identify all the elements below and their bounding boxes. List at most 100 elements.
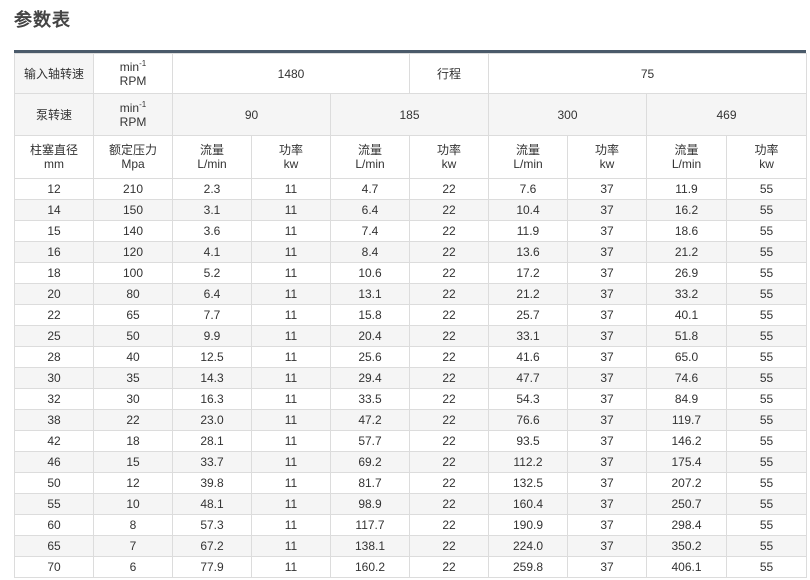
cell-flow-185: 29.4 <box>330 367 410 389</box>
cell-flow-185: 15.8 <box>330 304 410 326</box>
cell-power-469: 55 <box>725 367 808 389</box>
cell-power-90: 11 <box>251 283 331 305</box>
cell-flow-300: 160.4 <box>488 493 568 515</box>
cell-power-469: 55 <box>725 346 808 368</box>
cell-flow-185: 8.4 <box>330 241 410 263</box>
cell-flow-185: 33.5 <box>330 388 410 410</box>
cell-flow-90: 6.4 <box>172 283 252 305</box>
cell-flow-469: 65.0 <box>646 346 727 368</box>
table-row: 28 40 12.5 11 25.6 22 41.6 37 65.0 55 <box>14 346 808 368</box>
header-power: 功率 kw <box>251 135 331 179</box>
cell-flow-185: 20.4 <box>330 325 410 347</box>
header-power: 功率 kw <box>725 135 808 179</box>
cell-rated-pressure: 210 <box>93 178 173 200</box>
table-row: 12 210 2.3 11 4.7 22 7.6 37 11.9 55 <box>14 178 808 200</box>
cell-flow-469: 21.2 <box>646 241 727 263</box>
cell-flow-185: 98.9 <box>330 493 410 515</box>
cell-power-469: 55 <box>725 451 808 473</box>
cell-flow-469: 175.4 <box>646 451 727 473</box>
cell-flow-90: 3.6 <box>172 220 252 242</box>
cell-power-300: 37 <box>567 514 647 536</box>
unit-rpm: RPM <box>119 114 147 129</box>
cell-power-90: 11 <box>251 451 331 473</box>
cell-rated-pressure: 80 <box>93 283 173 305</box>
cell-power-469: 55 <box>725 304 808 326</box>
cell-rated-pressure: 30 <box>93 388 173 410</box>
cell-power-185: 22 <box>409 535 489 557</box>
cell-plunger-diameter: 55 <box>14 493 94 515</box>
table-row: 38 22 23.0 11 47.2 22 76.6 37 119.7 55 <box>14 409 808 431</box>
table-row: 18 100 5.2 11 10.6 22 17.2 37 26.9 55 <box>14 262 808 284</box>
cell-power-469: 55 <box>725 556 808 578</box>
cell-power-90: 11 <box>251 367 331 389</box>
cell-flow-300: 25.7 <box>488 304 568 326</box>
cell-plunger-diameter: 46 <box>14 451 94 473</box>
input-speed-label: 输入轴转速 <box>14 53 94 94</box>
cell-plunger-diameter: 12 <box>14 178 94 200</box>
table-row: 42 18 28.1 11 57.7 22 93.5 37 146.2 55 <box>14 430 808 452</box>
cell-power-90: 11 <box>251 388 331 410</box>
cell-power-469: 55 <box>725 283 808 305</box>
cell-power-469: 55 <box>725 430 808 452</box>
cell-power-185: 22 <box>409 409 489 431</box>
cell-flow-90: 3.1 <box>172 199 252 221</box>
cell-flow-469: 207.2 <box>646 472 727 494</box>
cell-power-90: 11 <box>251 199 331 221</box>
header-plunger-diameter: 柱塞直径 mm <box>14 135 94 179</box>
cell-flow-469: 84.9 <box>646 388 727 410</box>
cell-flow-469: 40.1 <box>646 304 727 326</box>
page: 参数表 输入轴转速 min-1 RPM 1480 行程 75 泵转速 min-1… <box>0 0 810 580</box>
header-rated-pressure: 额定压力 Mpa <box>93 135 173 179</box>
cell-flow-185: 57.7 <box>330 430 410 452</box>
cell-flow-469: 51.8 <box>646 325 727 347</box>
cell-flow-185: 160.2 <box>330 556 410 578</box>
input-speed-value: 1480 <box>172 53 410 94</box>
cell-flow-469: 406.1 <box>646 556 727 578</box>
cell-plunger-diameter: 70 <box>14 556 94 578</box>
table-row: 25 50 9.9 11 20.4 22 33.1 37 51.8 55 <box>14 325 808 347</box>
cell-flow-469: 26.9 <box>646 262 727 284</box>
cell-plunger-diameter: 16 <box>14 241 94 263</box>
cell-flow-300: 11.9 <box>488 220 568 242</box>
cell-plunger-diameter: 15 <box>14 220 94 242</box>
cell-power-90: 11 <box>251 514 331 536</box>
cell-rated-pressure: 10 <box>93 493 173 515</box>
cell-plunger-diameter: 22 <box>14 304 94 326</box>
cell-power-469: 55 <box>725 262 808 284</box>
header-flow: 流量 L/min <box>646 135 727 179</box>
cell-power-300: 37 <box>567 304 647 326</box>
cell-power-469: 55 <box>725 220 808 242</box>
stroke-value: 75 <box>487 53 808 94</box>
cell-flow-469: 298.4 <box>646 514 727 536</box>
cell-flow-185: 10.6 <box>330 262 410 284</box>
pump-speed-label: 泵转速 <box>14 93 94 136</box>
cell-plunger-diameter: 25 <box>14 325 94 347</box>
cell-flow-90: 33.7 <box>172 451 252 473</box>
cell-flow-90: 23.0 <box>172 409 252 431</box>
cell-flow-469: 18.6 <box>646 220 727 242</box>
cell-power-300: 37 <box>567 388 647 410</box>
cell-flow-185: 47.2 <box>330 409 410 431</box>
cell-plunger-diameter: 28 <box>14 346 94 368</box>
cell-power-469: 55 <box>725 409 808 431</box>
cell-power-90: 11 <box>251 304 331 326</box>
cell-power-469: 55 <box>725 325 808 347</box>
header-power: 功率 kw <box>409 135 489 179</box>
cell-flow-469: 119.7 <box>646 409 727 431</box>
cell-power-90: 11 <box>251 262 331 284</box>
cell-power-469: 55 <box>725 493 808 515</box>
pump-speed-2: 185 <box>330 93 489 136</box>
cell-power-469: 55 <box>725 388 808 410</box>
unit-rpm: RPM <box>119 73 147 88</box>
cell-flow-185: 6.4 <box>330 199 410 221</box>
cell-power-90: 11 <box>251 556 331 578</box>
cell-power-300: 37 <box>567 283 647 305</box>
cell-flow-300: 190.9 <box>488 514 568 536</box>
cell-rated-pressure: 100 <box>93 262 173 284</box>
cell-power-185: 22 <box>409 367 489 389</box>
cell-power-185: 22 <box>409 388 489 410</box>
cell-power-185: 22 <box>409 346 489 368</box>
cell-flow-300: 10.4 <box>488 199 568 221</box>
cell-plunger-diameter: 50 <box>14 472 94 494</box>
cell-rated-pressure: 7 <box>93 535 173 557</box>
